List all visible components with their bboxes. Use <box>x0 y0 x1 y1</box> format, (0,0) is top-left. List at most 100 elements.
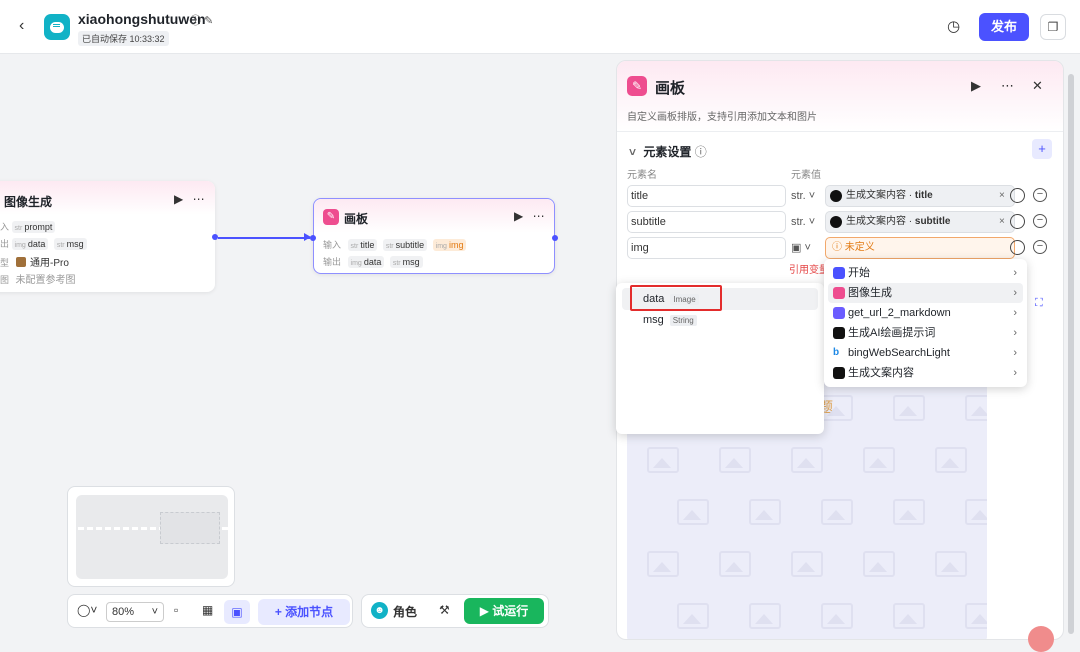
col-name: 元素名 <box>627 170 657 181</box>
image-placeholder-icon <box>821 603 853 629</box>
highlight-box <box>630 285 722 311</box>
more-icon[interactable]: ⋯ <box>533 209 545 223</box>
avatar[interactable] <box>1028 626 1054 652</box>
chip-subtitle: str subtitle <box>382 239 428 251</box>
chevron-left-icon[interactable]: ‹ <box>19 17 24 35</box>
comment-icon[interactable]: ▫ <box>174 603 178 617</box>
minimap-toggle-icon[interactable]: ▣ <box>224 600 250 624</box>
panel-description: 自定义画板排版，支持引用添加文本和图片 <box>627 112 817 123</box>
element-name-input[interactable]: subtitle <box>627 211 786 233</box>
element-name-input[interactable]: img <box>627 237 786 259</box>
section-title: 元素设置 <box>643 145 692 159</box>
image-placeholder-icon <box>719 551 751 577</box>
play-icon[interactable]: ▶ <box>971 78 981 94</box>
scrollbar[interactable] <box>1068 74 1074 634</box>
canvas-toolbar: ◯˅ 80% ˅ ▫ ▦ ▣ + 添加节点 <box>67 594 353 628</box>
node-dropdown: 开始 › 图像生成 › get_url_2_markdown › 生成AI绘画提示词 ›… <box>824 259 1027 387</box>
run-toolbar: ☻ 角色 ⚒ ▶ 试运行 <box>361 594 549 628</box>
image-placeholder-icon <box>935 447 967 473</box>
chevron-down-icon[interactable]: ˅ <box>629 145 636 159</box>
minimap-viewport[interactable] <box>160 512 220 544</box>
target-icon[interactable] <box>1010 240 1025 255</box>
model-value: 通用-Pro <box>30 258 69 269</box>
output-port[interactable] <box>212 234 218 240</box>
clear-icon[interactable]: × <box>999 211 1005 233</box>
section-header[interactable]: ˅ 元素设置 ⓘ <box>629 143 707 160</box>
input-label: 输入 <box>323 240 342 250</box>
publish-button[interactable]: 发布 <box>979 13 1029 41</box>
chip-data: img data <box>347 256 385 268</box>
role-avatar-icon[interactable]: ☻ <box>371 602 388 619</box>
target-icon[interactable] <box>1010 214 1025 229</box>
node-board[interactable]: ✎ 画板 ▶ ⋯ 输入 str title str subtitle img img … <box>310 198 558 274</box>
play-icon[interactable]: ▶ <box>514 209 523 223</box>
wrench-icon[interactable]: ⚒ <box>439 603 450 617</box>
image-placeholder-icon <box>791 551 823 577</box>
add-node-button[interactable]: + 添加节点 <box>258 599 350 625</box>
element-value-ref[interactable]: 生成文案内容 · subtitle <box>825 211 1015 233</box>
node-item-ai-prompt[interactable]: 生成AI绘画提示词 › <box>828 323 1023 343</box>
image-placeholder-icon <box>965 395 987 421</box>
image-placeholder-icon <box>719 447 751 473</box>
node-item-bing[interactable]: b bingWebSearchLight › <box>828 343 1023 363</box>
edit-icon[interactable]: ✎ <box>204 15 213 27</box>
autosave-status: 已自动保存 10:33:32 <box>78 31 169 46</box>
type-select[interactable]: str. ˅ <box>791 211 823 233</box>
mouse-icon[interactable]: ◯˅ <box>77 603 97 617</box>
node-item-copywriting[interactable]: 生成文案内容 › <box>828 363 1023 383</box>
add-element-button[interactable]: + <box>1032 139 1052 159</box>
node-ref-icon <box>830 216 842 228</box>
image-placeholder-icon <box>791 447 823 473</box>
zoom-select[interactable]: 80% ˅ <box>106 602 164 622</box>
remove-icon[interactable]: − <box>1033 188 1047 202</box>
info-icon[interactable]: ⓘ <box>695 145 707 159</box>
more-icon[interactable]: ⋯ <box>1001 78 1014 94</box>
image-placeholder-icon <box>965 603 987 629</box>
role-label[interactable]: 角色 <box>393 603 417 620</box>
element-value-ref[interactable]: ⓘ 未定义 <box>825 237 1015 259</box>
node-image-generation[interactable]: 图像生成 ▶ ⋯ 入 str prompt 出 img data str msg 型 … <box>0 181 218 292</box>
chip-msg: str msg <box>53 238 87 250</box>
node-item-image-gen[interactable]: 图像生成 › <box>828 283 1023 303</box>
more-icon[interactable]: ⋯ <box>193 192 205 206</box>
element-name-input[interactable]: title <box>627 185 786 207</box>
close-icon[interactable]: ✕ <box>1032 78 1043 94</box>
app-title: xiaohongshutuwen <box>78 11 206 27</box>
model-label: 型 <box>0 258 10 268</box>
image-placeholder-icon <box>677 499 709 525</box>
variable-item-msg[interactable]: msg String <box>622 309 818 331</box>
remove-icon[interactable]: − <box>1033 214 1047 228</box>
clear-icon[interactable]: × <box>999 185 1005 207</box>
minimap[interactable] <box>67 486 235 587</box>
node-item-start[interactable]: 开始 › <box>828 263 1023 283</box>
target-icon[interactable] <box>1010 188 1025 203</box>
test-run-button[interactable]: ▶ 试运行 <box>464 598 544 624</box>
chip-img: img img <box>432 239 467 251</box>
ref-label: 图 <box>0 275 10 285</box>
type-select[interactable]: ▣ ˅ <box>791 237 823 259</box>
node-ref-icon <box>830 190 842 202</box>
history-icon[interactable]: ◷ <box>947 17 960 35</box>
info-icon[interactable]: ⓘ <box>190 15 201 27</box>
node-item-get-url[interactable]: get_url_2_markdown › <box>828 303 1023 323</box>
output-label: 出 <box>0 239 10 249</box>
image-type-icon: ▣ <box>791 242 802 254</box>
window-icon[interactable]: ❐ <box>1040 14 1066 40</box>
type-select[interactable]: str. ˅ <box>791 185 823 207</box>
layout-icon[interactable]: ▦ <box>202 603 213 617</box>
output-port[interactable] <box>552 235 558 241</box>
image-placeholder-icon <box>863 447 895 473</box>
input-port[interactable] <box>310 235 316 241</box>
app-logo <box>44 14 70 40</box>
expand-icon[interactable]: ⛶ <box>1035 297 1043 310</box>
bing-icon: b <box>833 347 840 358</box>
image-placeholder-icon <box>677 603 709 629</box>
board-icon: ✎ <box>323 209 339 225</box>
image-placeholder-icon <box>821 395 853 421</box>
element-value-ref[interactable]: 生成文案内容 · title <box>825 185 1015 207</box>
node-title: 画板 <box>344 212 369 226</box>
image-placeholder-icon <box>749 603 781 629</box>
remove-icon[interactable]: − <box>1033 240 1047 254</box>
play-icon[interactable]: ▶ <box>174 192 183 206</box>
chip-prompt: str prompt <box>11 221 56 233</box>
